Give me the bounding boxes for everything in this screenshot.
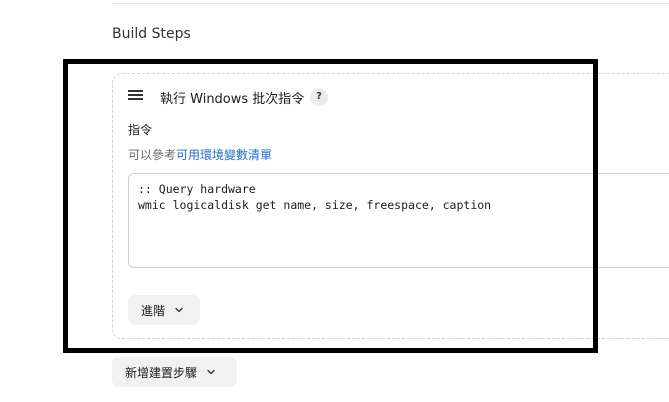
command-field-label: 指令 (128, 123, 153, 137)
step-title: 執行 Windows 批次指令 (160, 92, 305, 107)
command-field-hint: 可以參考可用環境變數清單 (128, 146, 272, 163)
section-title: Build Steps (112, 26, 191, 42)
section-divider (112, 0, 669, 4)
build-steps-page: Build Steps 執行 Windows 批次指令 ? 指令 可以參考可用環… (0, 0, 669, 402)
advanced-button[interactable]: 進階 (128, 295, 200, 325)
advanced-button-label: 進階 (141, 303, 166, 318)
help-icon[interactable]: ? (310, 88, 328, 106)
add-build-step-label: 新增建置步驟 (125, 365, 198, 380)
drag-handle-icon[interactable] (128, 90, 143, 102)
chevron-down-icon (175, 307, 183, 313)
command-textarea[interactable]: :: Query hardware wmic logicaldisk get n… (128, 173, 669, 268)
chevron-down-icon (207, 369, 215, 375)
add-build-step-button[interactable]: 新增建置步驟 (112, 357, 237, 387)
env-variables-link[interactable]: 可用環境變數清單 (176, 148, 272, 162)
hint-prefix: 可以參考 (128, 148, 177, 162)
